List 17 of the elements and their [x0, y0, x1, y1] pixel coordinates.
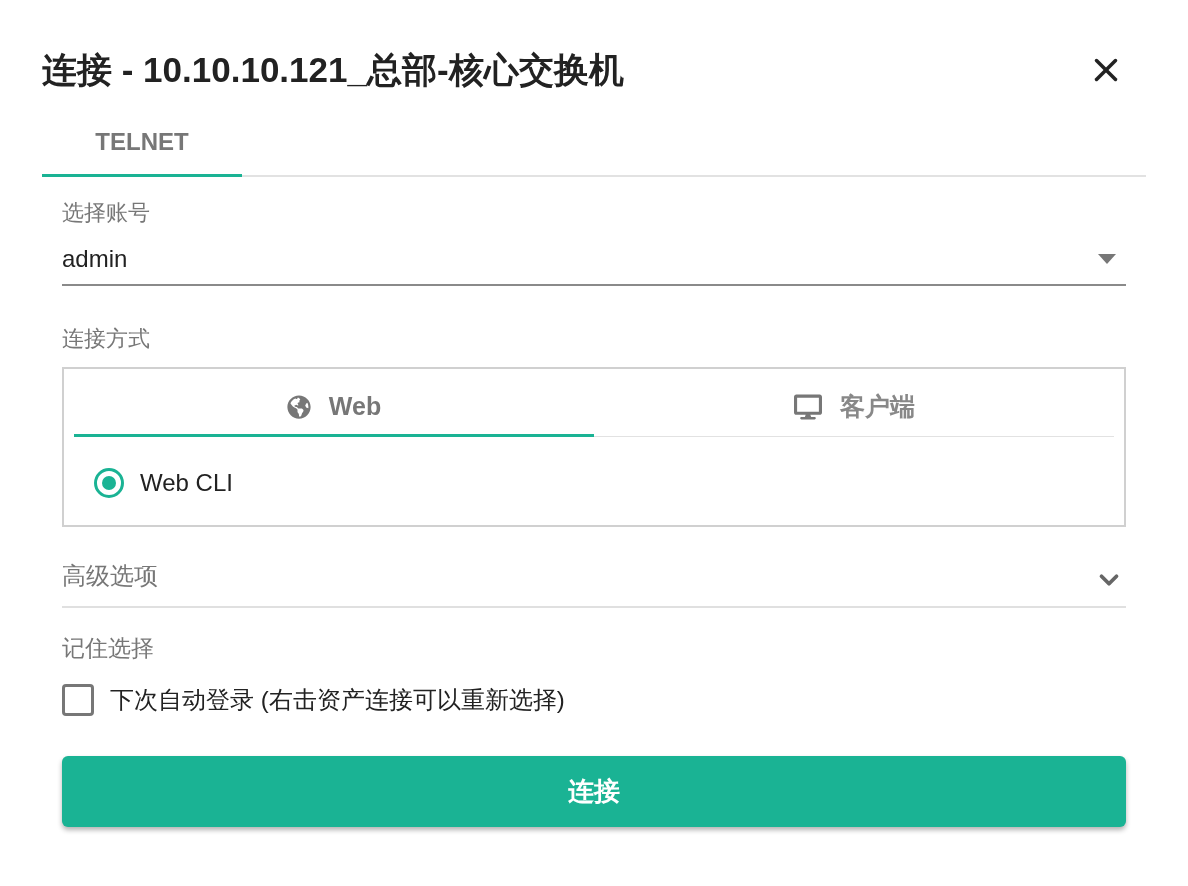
field-label: 选择账号	[62, 199, 150, 227]
dropdown-caret-icon	[1098, 254, 1116, 264]
method-tab[interactable]: Web	[74, 379, 594, 437]
globe-icon	[286, 394, 311, 419]
field-label: 记住选择	[62, 634, 154, 662]
connect-button[interactable]: 连接	[62, 756, 1126, 827]
method-tab[interactable]: 客户端	[594, 379, 1114, 437]
radio-option[interactable]: Web CLI	[94, 465, 233, 501]
advanced-options-toggle[interactable]: 高级选项	[62, 547, 1126, 608]
dialog-title: 连接 - 10.10.10.121_总部-核心交换机	[42, 49, 624, 91]
checkbox[interactable]	[62, 684, 94, 716]
monitor-icon	[793, 393, 822, 420]
field-label: 连接方式	[62, 325, 150, 353]
radio-button[interactable]	[94, 468, 124, 498]
auto-login-checkbox-row[interactable]: 下次自动登录 (右击资产连接可以重新选择)	[62, 684, 565, 716]
protocol-tab[interactable]: TELNET	[42, 110, 242, 177]
account-select[interactable]: admin	[62, 234, 1126, 286]
